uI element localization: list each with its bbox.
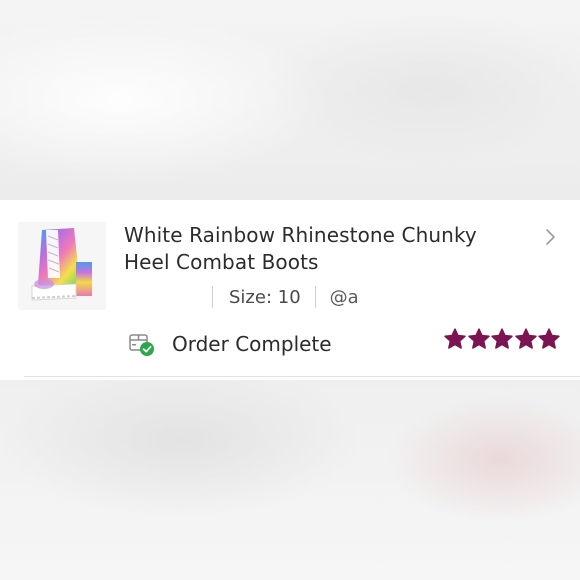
rainbow-boot-image [18, 222, 106, 310]
product-meta: Size: 10 @a [212, 284, 364, 310]
star-icon [514, 328, 537, 350]
product-title[interactable]: White Rainbow Rhinestone Chunky Heel Com… [124, 222, 514, 276]
divider-line [24, 376, 580, 377]
status-label: Order Complete [172, 332, 332, 356]
star-icon [538, 328, 560, 350]
meta-divider [314, 286, 316, 308]
size-label: Size: 10 [229, 286, 301, 308]
order-status: Order Complete [128, 330, 332, 358]
blurred-background-bottom [0, 380, 580, 580]
star-icon [467, 328, 490, 350]
star-icon [491, 328, 513, 350]
rating-stars [444, 328, 562, 350]
package-check-icon [128, 330, 156, 358]
product-thumbnail[interactable] [18, 222, 106, 310]
blurred-background-top [0, 0, 580, 200]
chevron-right-icon[interactable] [540, 227, 560, 247]
meta-divider [212, 286, 213, 308]
star-icon [444, 328, 466, 350]
order-card[interactable]: White Rainbow Rhinestone Chunky Heel Com… [0, 200, 580, 380]
seller-username[interactable]: @a [330, 287, 364, 308]
